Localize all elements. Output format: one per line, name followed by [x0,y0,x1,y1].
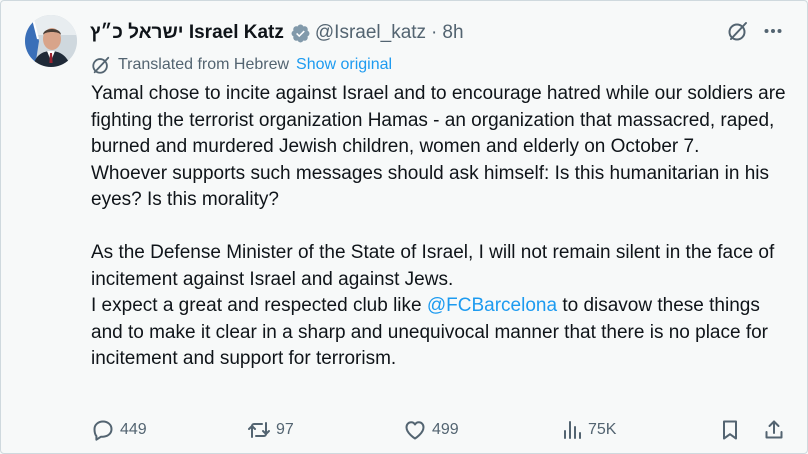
reply-button[interactable]: 449 [91,418,147,442]
tweet-top-actions [727,20,783,42]
like-button[interactable]: 499 [403,418,459,442]
tweet-card: ישראל כ״ץ Israel Katz @Israel_katz · 8h [0,0,808,454]
english-name: Israel Katz [188,22,284,43]
share-icon [763,418,785,442]
translate-icon [91,55,111,75]
grok-icon[interactable] [727,20,749,42]
views-button[interactable]: 75K [561,418,616,442]
action-bar: 449 97 499 75K [91,418,791,444]
mention-link[interactable]: @FCBarcelona [427,295,557,316]
reply-count: 449 [120,421,147,438]
repost-count: 97 [276,421,294,438]
timestamp[interactable]: 8h [442,22,463,44]
handle[interactable]: @Israel_katz [315,22,426,44]
reply-icon [91,418,115,442]
paragraph-1: Yamal chose to incite against Israel and… [91,83,786,157]
paragraph-4-start: I expect a great and respected club like [91,295,427,316]
share-button[interactable] [763,418,785,442]
views-icon [561,418,583,442]
repost-button[interactable]: 97 [247,418,294,442]
paragraph-3: As the Defense Minister of the State of … [91,242,775,290]
paragraph-2: Whoever supports such messages should as… [91,162,769,211]
more-icon[interactable] [763,21,783,41]
avatar[interactable] [25,15,77,67]
repost-icon [247,418,271,442]
tweet-text: Yamal chose to incite against Israel and… [91,81,791,373]
separator-dot: · [431,22,438,43]
views-count: 75K [588,421,617,438]
verified-icon[interactable] [290,23,311,44]
bookmark-icon [719,418,741,442]
like-count: 499 [432,421,459,438]
display-name[interactable]: ישראל כ״ץ Israel Katz [90,22,284,44]
translation-notice: Translated from Hebrew Show original [91,54,392,76]
paragraph-4: I expect a great and respected club like… [91,293,791,373]
tweet-header: ישראל כ״ץ Israel Katz @Israel_katz · 8h [90,21,464,45]
translated-label: Translated from Hebrew [118,56,290,73]
hebrew-name: ישראל כ״ץ [90,22,184,43]
show-original-link[interactable]: Show original [296,56,392,74]
like-icon [403,418,427,442]
bookmark-button[interactable] [719,418,741,442]
